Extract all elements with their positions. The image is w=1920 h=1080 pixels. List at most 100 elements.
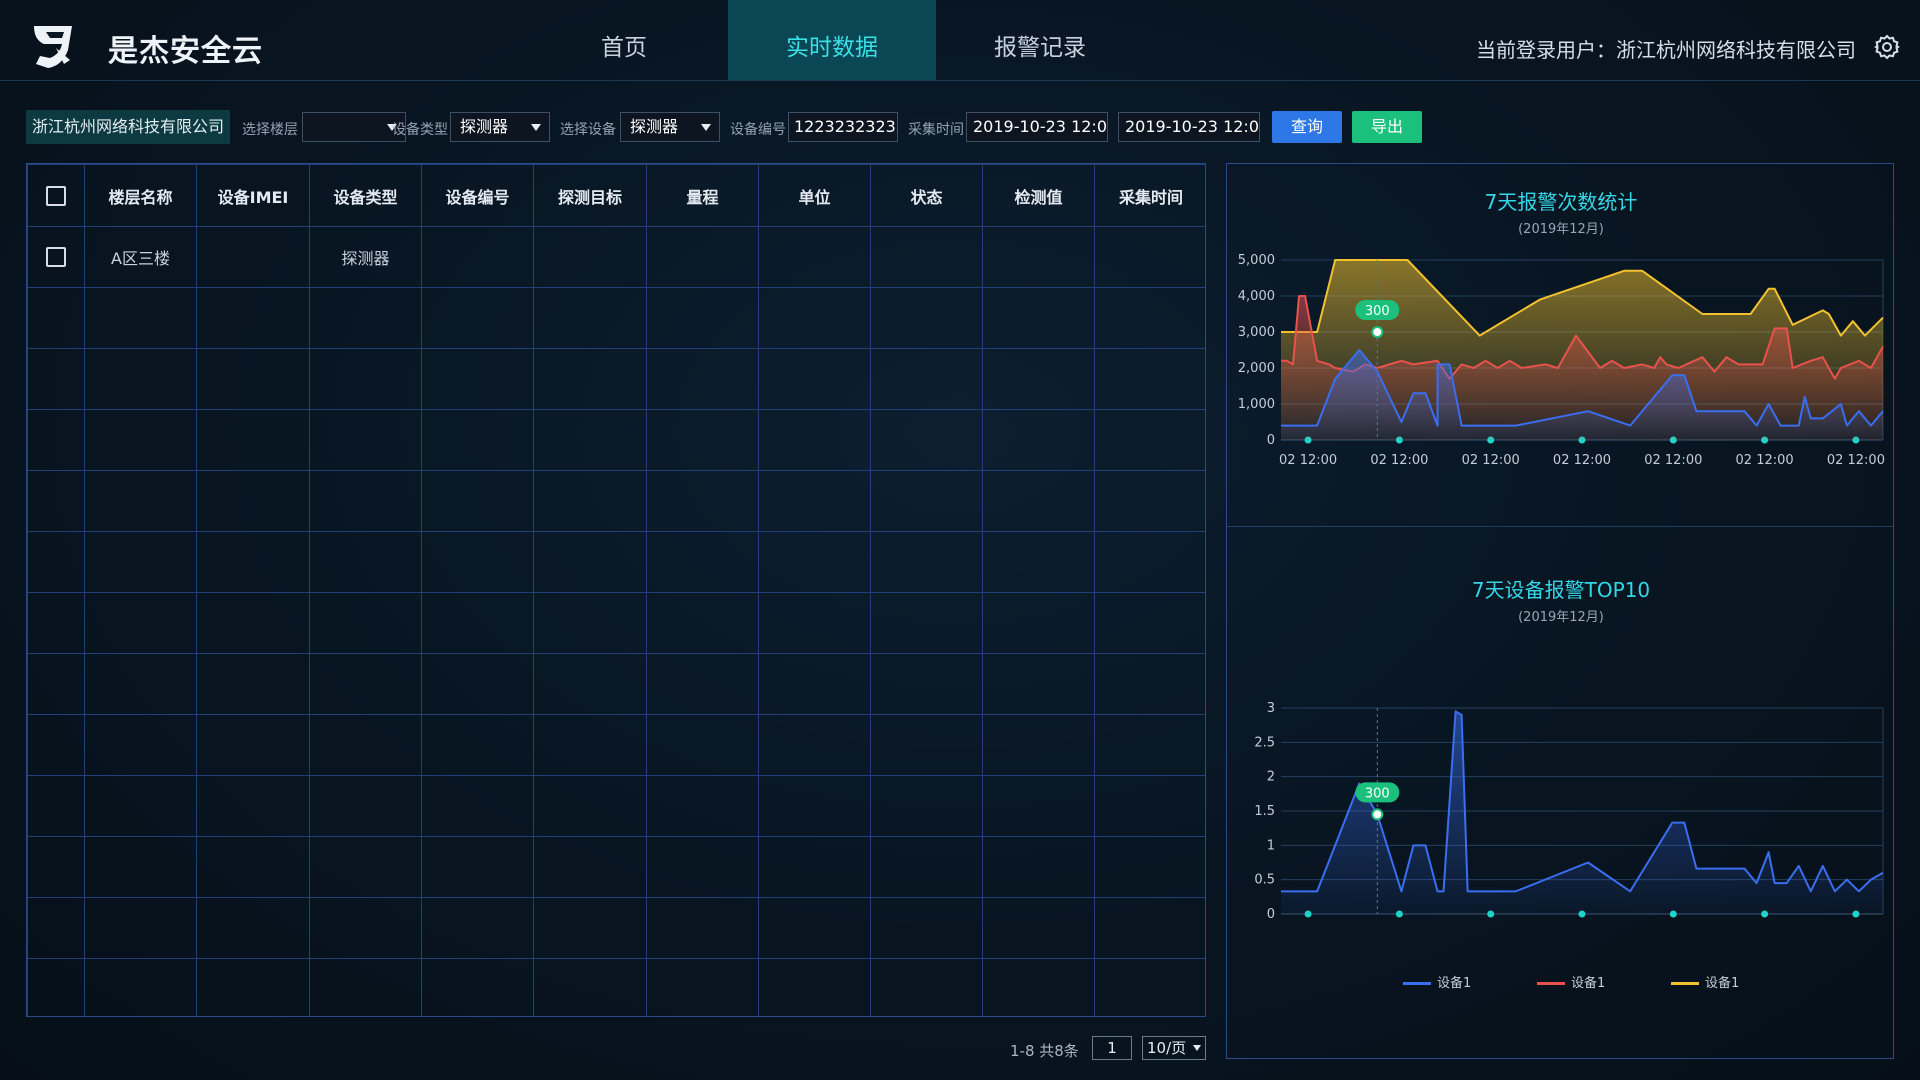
y-tick-label: 0 [1267,433,1275,448]
table-cell [27,592,85,654]
table-cell [421,531,534,593]
table-cell [421,226,534,288]
select-all-cell [27,164,85,227]
time-end-input[interactable]: 2019-10-23 12:00 [1118,112,1260,142]
table-cell [421,653,534,715]
brand-name: 是杰安全云 [108,34,263,69]
table-cell [196,775,310,837]
panel-divider [1227,526,1893,527]
table-cell [982,409,1095,471]
table-cell [646,653,759,715]
tab-realtime-data[interactable]: 实时数据 [728,0,936,80]
table-cell [646,348,759,410]
table-cell [870,653,983,715]
table-cell [533,348,647,410]
query-button[interactable]: 查询 [1272,111,1342,143]
table-cell [646,897,759,959]
table-cell [421,958,534,1016]
current-user-label: 当前登录用户：浙江杭州网络科技有限公司 [1476,38,1856,62]
table-cell [1094,897,1205,959]
row-checkbox[interactable] [46,247,66,268]
table-cell [27,470,85,532]
table-cell [646,775,759,837]
table-cell [421,409,534,471]
table-cell [646,409,759,471]
col-header: 量程 [646,164,759,227]
table-cell [982,348,1095,410]
table-row[interactable]: A区三楼 探测器 [27,226,1205,288]
table-cell [421,470,534,532]
table-cell [758,226,871,288]
table-cell [870,836,983,898]
collect-time-label: 采集时间 [908,122,964,138]
y-tick-label: 0.5 [1254,873,1275,888]
table-cell [27,409,85,471]
table-cell [309,897,422,959]
floor-select[interactable] [302,112,406,142]
table-cell [27,958,85,1016]
device-no-input[interactable]: 12232323232 [788,112,898,142]
chart-title: 7天报警次数统计 [1484,190,1638,214]
table-row-empty [27,531,1205,593]
tab-alarm-records[interactable]: 报警记录 [936,0,1144,80]
table-cell [758,592,871,654]
row-select-cell [27,226,85,288]
table-cell [758,897,871,959]
page-size-select[interactable]: 10/页 [1142,1036,1206,1060]
table-cell [982,470,1095,532]
col-header: 探测目标 [533,164,647,227]
table-cell [758,958,871,1016]
table-cell [1094,714,1205,776]
device-select-value: 探测器 [630,117,679,136]
col-header: 单位 [758,164,871,227]
table-cell [309,958,422,1016]
company-selector[interactable]: 浙江杭州网络科技有限公司 [26,110,230,144]
time-start-input[interactable]: 2019-10-23 12:00 [966,112,1108,142]
device-no-label: 设备编号 [730,122,786,138]
pagination-summary: 1-8 共8条 [1010,1042,1079,1060]
y-tick-label: 2.5 [1254,735,1275,750]
tooltip-value: 300 [1365,304,1390,319]
table-cell [84,287,197,349]
table-cell [870,409,983,471]
device-type-label: 设备类型 [392,122,448,138]
table-cell [309,714,422,776]
table-cell [309,653,422,715]
x-tick-label: 02 12:00 [1827,453,1885,468]
page-size-value: 10/页 [1147,1039,1187,1057]
table-cell [84,409,197,471]
table-cell [196,348,310,410]
table-cell [870,348,983,410]
table-cell [646,531,759,593]
table-cell [196,958,310,1016]
select-all-checkbox[interactable] [46,185,66,206]
device-type-select[interactable]: 探测器 [450,112,550,142]
page-number-input[interactable]: 1 [1092,1036,1132,1060]
table-cell [84,531,197,593]
legend-swatch [1671,982,1699,985]
legend-label: 设备1 [1571,976,1606,991]
table-cell [84,592,197,654]
table-cell [870,592,983,654]
table-cell [982,287,1095,349]
charts-panel: 7天报警次数统计 (2019年12月) 0 1,000 2,000 3,000 4,00… [1226,163,1894,1059]
table-cell [27,653,85,715]
table-cell [196,653,310,715]
table-cell [870,714,983,776]
table-cell [84,653,197,715]
table-cell [309,409,422,471]
table-cell [646,592,759,654]
chart-title: 7天设备报警TOP10 [1471,578,1651,602]
device-select[interactable]: 探测器 [620,112,720,142]
table-cell [533,409,647,471]
gear-icon[interactable] [1874,34,1900,60]
export-button[interactable]: 导出 [1352,111,1422,143]
tab-home[interactable]: 首页 [520,0,728,80]
chevron-down-icon [1193,1045,1201,1051]
table-cell [533,775,647,837]
table-cell [646,287,759,349]
table-row-empty [27,714,1205,776]
table-cell [421,714,534,776]
table-cell [646,714,759,776]
x-tick-label: 02 12:00 [1644,453,1702,468]
